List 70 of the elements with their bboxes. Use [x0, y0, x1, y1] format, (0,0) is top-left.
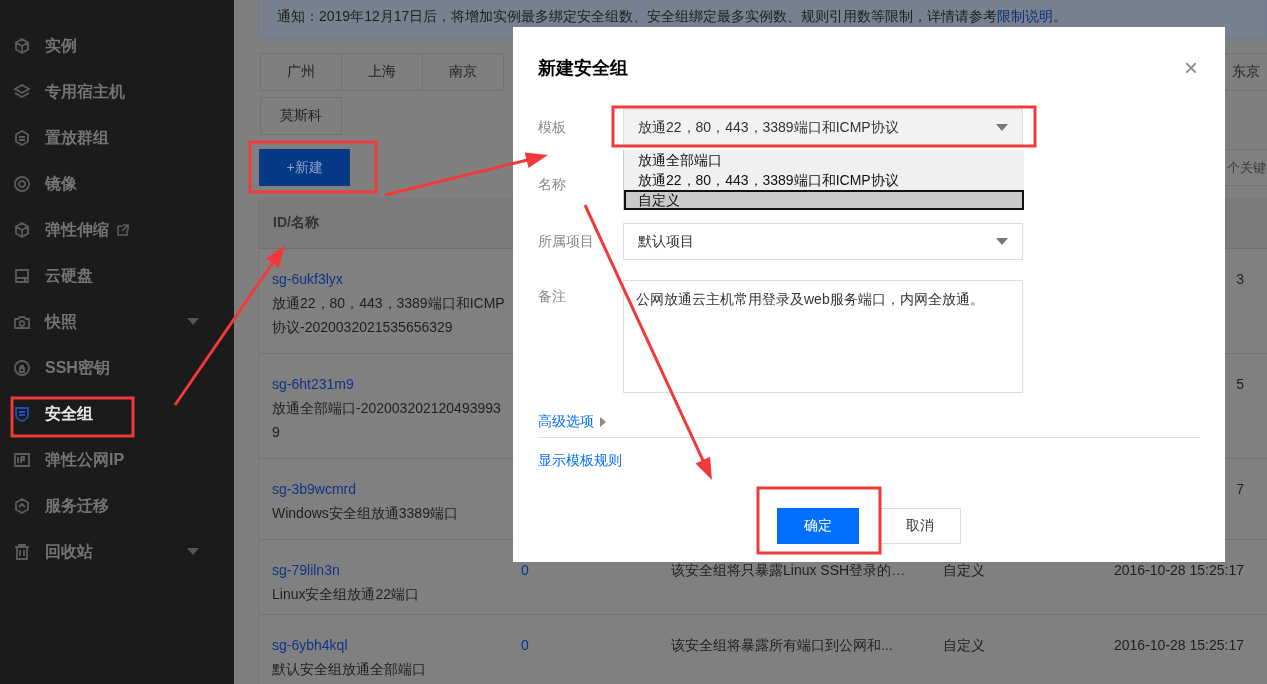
- table-cell-text: Windows安全组放通3389端口: [272, 504, 459, 523]
- cube-icon: [13, 37, 31, 55]
- table-cell-text: Linux安全组放通22端口: [272, 585, 421, 604]
- sidebar-item[interactable]: SSH密钥: [0, 345, 234, 391]
- sidebar-item[interactable]: 回收站: [0, 529, 234, 575]
- template-dropdown[interactable]: 放通22，80，443，3389端口和ICMP协议: [623, 109, 1023, 146]
- table-cell: 7: [1236, 481, 1244, 497]
- table-cell: 3: [1236, 271, 1244, 287]
- remark-field[interactable]: 公网放通云主机常用登录及web服务端口，内网全放通。: [623, 280, 1023, 393]
- cube-icon: [13, 221, 31, 239]
- table-cell-text: 放通全部端口-2020032021204939939: [272, 399, 502, 442]
- caret-icon: [996, 123, 1008, 132]
- security-group-link[interactable]: sg-6ht231m9: [272, 372, 508, 396]
- confirm-button[interactable]: 确定: [777, 508, 859, 544]
- dropdown-option[interactable]: 放通22，80，443，3389端口和ICMP协议: [624, 170, 1024, 190]
- security-group-link[interactable]: sg-6ybh4kql: [272, 633, 508, 657]
- table-cell-text: 默认安全组放通全部端口: [272, 660, 427, 679]
- ip-icon: [13, 451, 31, 469]
- new-button[interactable]: +新建: [259, 149, 350, 186]
- trash-icon: [13, 543, 31, 561]
- security-group-link[interactable]: sg-6ukf3lyx: [272, 267, 508, 291]
- table-cell: 该安全组将暴露所有端口到公网和...: [671, 637, 893, 653]
- table-cell: 自定义: [943, 562, 985, 578]
- region-tab[interactable]: 上海: [341, 53, 423, 91]
- table-cell: 自定义: [943, 637, 985, 653]
- sidebar-item[interactable]: 服务迁移: [0, 483, 234, 529]
- shield-icon: [13, 405, 31, 423]
- sidebar-item[interactable]: 快照: [0, 299, 234, 345]
- layers-icon: [13, 83, 31, 101]
- hexagon-icon: [13, 129, 31, 147]
- sidebar-item[interactable]: 安全组: [0, 391, 234, 437]
- instance-count-link[interactable]: 0: [521, 562, 529, 578]
- sidebar-item[interactable]: 弹性公网IP: [0, 437, 234, 483]
- refresh-icon: [13, 497, 31, 515]
- sidebar-item[interactable]: 镜像: [0, 161, 234, 207]
- sidebar-item[interactable]: 专用宿主机: [0, 69, 234, 115]
- security-group-link[interactable]: sg-79liln3n: [272, 558, 508, 582]
- close-button[interactable]: ×: [1182, 54, 1200, 82]
- cancel-button[interactable]: 取消: [879, 508, 961, 544]
- table-cell-text: 放通22，80，443，3389端口和ICMP协议-2020032021535656329: [272, 294, 506, 337]
- sidebar-item[interactable]: 置放群组: [0, 115, 234, 161]
- table-cell: 5: [1236, 376, 1244, 392]
- field-label: 备注: [538, 288, 567, 306]
- sidebar-item[interactable]: 弹性伸缩: [0, 207, 234, 253]
- dropdown-option[interactable]: 放通全部端口: [624, 150, 1024, 170]
- region-tab[interactable]: 广州: [260, 53, 342, 91]
- table-cell: 该安全组将只暴露Linux SSH登录的…: [671, 562, 906, 578]
- lock-icon: [13, 359, 31, 377]
- table-cell: 2016-10-28 15:25:17: [1114, 562, 1244, 578]
- instance-count-link[interactable]: 0: [521, 637, 529, 653]
- region-tab[interactable]: 莫斯科: [260, 97, 342, 135]
- camera-icon: [13, 313, 31, 331]
- show-rules-link[interactable]: 显示模板规则: [538, 452, 622, 470]
- project-dropdown[interactable]: 默认项目: [623, 223, 1023, 260]
- dropdown-option[interactable]: 自定义: [624, 190, 1024, 210]
- security-group-link[interactable]: sg-3b9wcmrd: [272, 477, 508, 501]
- advanced-options-link[interactable]: 高级选项: [538, 413, 606, 431]
- sidebar-item[interactable]: 实例: [0, 23, 234, 69]
- region-tab[interactable]: 南京: [422, 53, 504, 91]
- field-label: 模板: [538, 118, 567, 137]
- field-label: 名称: [538, 175, 567, 194]
- sidebar-item[interactable]: 云硬盘: [0, 253, 234, 299]
- caret-icon: [996, 237, 1008, 246]
- column-header: ID/名称: [273, 214, 319, 232]
- field-label: 所属项目: [538, 232, 595, 251]
- dialog-title: 新建安全组: [538, 57, 628, 80]
- table-cell: 2016-10-28 15:25:17: [1114, 637, 1244, 653]
- drive-icon: [13, 267, 31, 285]
- limit-link[interactable]: 限制说明: [997, 8, 1054, 24]
- caret-icon: [600, 417, 606, 427]
